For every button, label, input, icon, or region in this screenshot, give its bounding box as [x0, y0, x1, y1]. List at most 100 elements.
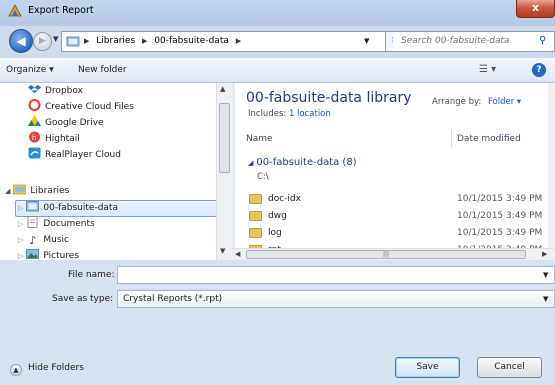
arrow-right-icon: ▶ — [39, 36, 46, 46]
navigation-pane-scrollbar[interactable]: ▲ ▼ — [216, 83, 232, 260]
chevron-down-icon[interactable]: ▼ — [364, 37, 369, 45]
chevron-down-icon[interactable]: ▼ — [543, 295, 548, 303]
file-list-scrollbar[interactable] — [548, 83, 555, 248]
documents-icon — [27, 216, 38, 228]
nav-item-label: Music — [43, 235, 69, 245]
includes-locations-link[interactable]: 1 location — [289, 109, 331, 119]
nav-item-pictures[interactable]: ▷ Pictures — [18, 248, 79, 260]
scrollbar-thumb[interactable]: ||| — [246, 250, 526, 259]
creative-cloud-icon — [28, 99, 41, 111]
breadcrumb-libraries[interactable]: Libraries — [96, 36, 135, 46]
nav-item-music[interactable]: ▷ ♪ Music — [18, 232, 69, 249]
recent-locations-dropdown[interactable]: ▼ — [53, 35, 58, 43]
file-name: dwg — [268, 211, 287, 221]
breadcrumb-separator-icon: ▶ — [84, 37, 90, 45]
address-bar[interactable]: ▶ Libraries ▶ 00-fabsuite-data ▶ ▼ — [61, 31, 388, 52]
nav-item-realplayer-cloud[interactable]: RealPlayer Cloud — [28, 147, 121, 164]
nav-item-label: Hightail — [45, 134, 80, 144]
navigation-bar: ◀ ▶ ▼ ▶ Libraries ▶ 00-fabsuite-data ▶ ▼… — [0, 26, 555, 58]
scroll-left-icon[interactable]: ◀ — [235, 250, 240, 258]
cancel-button[interactable]: Cancel — [477, 357, 542, 378]
list-item[interactable]: log 10/1/2015 3:49 PM — [247, 225, 547, 242]
search-input[interactable]: Search 00-fabsuite-data ⚲ — [393, 31, 555, 52]
file-name-label: File name: — [68, 270, 115, 280]
chevron-down-icon[interactable]: ▼ — [543, 271, 548, 279]
command-toolbar: Organize ▾ New folder ☰ ▾ ? — [0, 58, 555, 83]
group-header[interactable]: ◢ 00-fabsuite-data (8) — [248, 157, 357, 168]
scroll-up-icon[interactable]: ▲ — [220, 85, 225, 93]
file-date: 10/1/2015 3:49 PM — [457, 211, 543, 221]
save-as-type-select[interactable]: Crystal Reports (*.rpt) ▼ — [117, 290, 555, 308]
file-date: 10/1/2015 3:49 PM — [457, 194, 543, 204]
column-header-name[interactable]: Name — [246, 134, 273, 144]
nav-item-00-fabsuite-data[interactable]: ▷ 00-fabsuite-data — [18, 200, 118, 217]
change-view-icon[interactable]: ☰ ▾ — [479, 64, 496, 75]
file-name: log — [268, 228, 282, 238]
breadcrumb-separator-icon: ▶ — [142, 37, 148, 45]
arrange-by: Arrange by: Folder ▾ — [432, 97, 521, 107]
breadcrumb-00-fabsuite-data[interactable]: 00-fabsuite-data — [154, 36, 229, 46]
nav-item-label: Dropbox — [45, 86, 83, 96]
close-button[interactable]: x — [516, 0, 555, 18]
nav-item-creative-cloud-files[interactable]: Creative Cloud Files — [28, 99, 134, 116]
scrollbar-thumb[interactable] — [219, 103, 230, 173]
window-title: Export Report — [28, 5, 94, 16]
list-item[interactable]: dwg 10/1/2015 3:49 PM — [247, 208, 547, 225]
folder-icon — [249, 194, 262, 204]
scroll-down-icon[interactable]: ▼ — [220, 247, 225, 255]
file-date: 10/1/2015 3:49 PM — [457, 228, 543, 238]
file-name-field[interactable]: ▼ — [117, 266, 555, 284]
save-button[interactable]: Save — [395, 357, 460, 378]
save-as-type-value: Crystal Reports (*.rpt) — [123, 294, 223, 304]
google-drive-icon — [28, 115, 41, 126]
library-includes: Includes: 1 location — [248, 109, 331, 119]
arrange-by-label: Arrange by: — [432, 97, 482, 107]
column-divider[interactable] — [451, 130, 452, 148]
nav-item-label: Pictures — [43, 251, 80, 260]
column-header-date-modified[interactable]: Date modified — [457, 134, 521, 144]
help-icon[interactable]: ? — [532, 63, 546, 77]
forward-button[interactable]: ▶ — [33, 32, 52, 51]
group-title: 00-fabsuite-data (8) — [256, 157, 357, 168]
file-name: doc-idx — [268, 194, 301, 204]
save-as-type-label: Save as type: — [52, 294, 114, 304]
back-button[interactable]: ◀ — [9, 29, 33, 53]
folder-icon — [249, 211, 262, 221]
nav-item-hightail[interactable]: h Hightail — [28, 131, 80, 148]
nav-item-documents[interactable]: ▷ Documents — [18, 216, 95, 233]
hightail-icon: h — [29, 131, 40, 143]
search-placeholder: Search 00-fabsuite-data — [401, 36, 510, 46]
file-list-horizontal-scrollbar[interactable]: ◀ ||| ▶ — [232, 248, 555, 260]
new-folder-button[interactable]: New folder — [78, 65, 127, 75]
export-report-app-icon — [8, 4, 22, 17]
library-icon — [66, 36, 80, 47]
nav-item-label: Libraries — [30, 186, 70, 196]
expand-arrow-icon[interactable]: ◢ — [5, 187, 10, 195]
dropbox-icon — [28, 85, 41, 93]
collapse-arrow-icon[interactable]: ◢ — [248, 159, 253, 167]
hide-folders-button[interactable]: ▲ Hide Folders — [10, 363, 84, 376]
scroll-right-icon[interactable]: ▶ — [542, 250, 547, 258]
file-list-pane: 00-fabsuite-data library Includes: 1 loc… — [235, 83, 555, 260]
nav-item-label: RealPlayer Cloud — [45, 150, 121, 160]
list-item[interactable]: doc-idx 10/1/2015 3:49 PM — [247, 191, 547, 208]
nav-item-libraries[interactable]: ◢ Libraries — [5, 183, 69, 200]
save-form: File name: ▼ Save as type: Crystal Repor… — [0, 260, 555, 385]
pictures-icon — [26, 249, 40, 259]
chevron-up-icon: ▲ — [10, 364, 22, 376]
nav-item-label: 00-fabsuite-data — [43, 203, 118, 213]
svg-text:h: h — [32, 134, 36, 142]
breadcrumb-separator-icon: ▶ — [235, 37, 242, 45]
includes-label: Includes: — [248, 109, 287, 119]
expand-arrow-icon[interactable]: ▷ — [18, 236, 23, 244]
nav-item-google-drive[interactable]: Google Drive — [28, 115, 104, 132]
expand-arrow-icon[interactable]: ▷ — [18, 220, 23, 228]
expand-arrow-icon[interactable]: ▷ — [18, 252, 23, 260]
nav-item-label: Google Drive — [45, 118, 104, 128]
nav-item-dropbox[interactable]: Dropbox — [28, 83, 83, 100]
arrow-left-icon: ◀ — [16, 34, 26, 48]
arrange-by-dropdown[interactable]: Folder ▾ — [488, 97, 521, 107]
expand-arrow-icon[interactable]: ▷ — [18, 204, 23, 212]
organize-menu-button[interactable]: Organize ▾ — [6, 65, 54, 75]
search-icon[interactable]: ⚲ — [539, 35, 546, 46]
